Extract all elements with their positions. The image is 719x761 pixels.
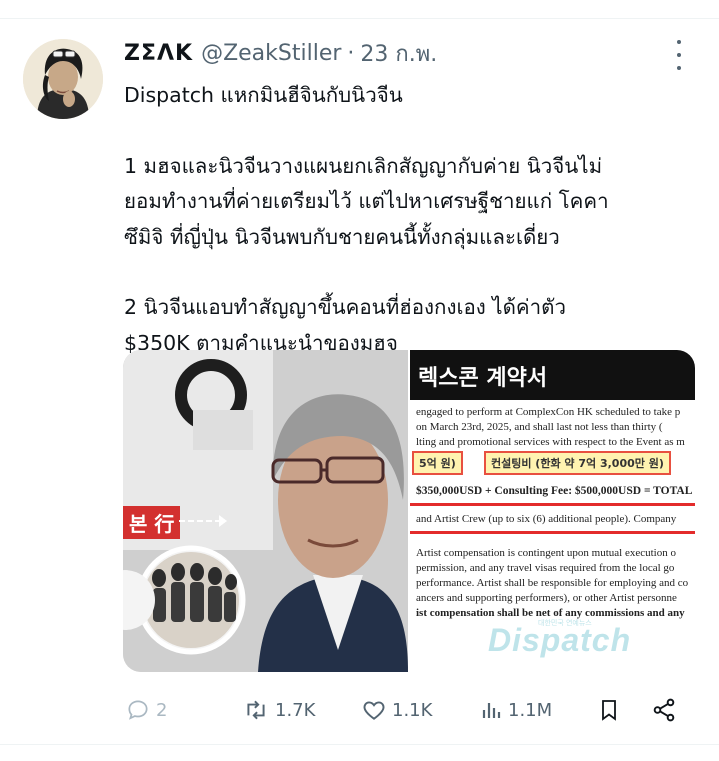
document-line: lting and promotional services with resp… [416, 436, 685, 448]
document-line: on March 23rd, 2025, and shall last not … [416, 421, 663, 433]
views-button[interactable]: 1.1M [479, 690, 552, 730]
views-count: 1.1M [508, 699, 553, 721]
red-underline [410, 531, 695, 534]
like-count: 1.1K [392, 699, 433, 721]
timestamp[interactable]: 23 ก.พ. [360, 36, 437, 71]
share-button[interactable] [651, 690, 677, 730]
display-name[interactable]: ZΣΛK [124, 41, 193, 66]
arrow-head [219, 515, 227, 527]
highlight-box-fee: 5억 원) [412, 451, 463, 475]
arrow-dash [179, 520, 221, 522]
tweet-text: Dispatch แหกมินฮีจินกับนิวจีน 1 มฮจและนิ… [124, 78, 694, 361]
share-icon [653, 698, 675, 722]
document-line: Artist compensation is contingent upon m… [416, 547, 676, 559]
like-button[interactable]: 1.1K [361, 690, 432, 730]
document-line-total: $350,000USD + Consulting Fee: $500,000US… [416, 485, 693, 497]
reply-button[interactable]: 2 [125, 690, 167, 730]
media-grid[interactable]: 본 行 렉스콘 계약서 engaged to perform at Comple… [123, 350, 695, 672]
document-line: ancers and supporting performers), or ot… [416, 592, 677, 604]
bookmark-icon [602, 700, 616, 721]
user-handle[interactable]: @ZeakStiller [201, 41, 341, 66]
highlight-box-consulting: 컨설팅비 (한화 약 7억 3,000만 원) [484, 451, 671, 475]
document-line: performance. Artist shall be responsible… [416, 577, 689, 589]
retweet-count: 1.7K [275, 699, 316, 721]
more-options-icon[interactable] [670, 40, 688, 70]
bottom-divider [0, 744, 719, 745]
photo-contract-document[interactable]: 렉스콘 계약서 engaged to perform at ComplexCon… [410, 350, 695, 672]
avatar-illustration [23, 39, 103, 119]
top-divider [0, 18, 719, 19]
document-line: engaged to perform at ComplexCon HK sche… [416, 406, 681, 418]
tweet-line: 1 มฮจและนิวจีนวางแผนยกเลิกสัญญากับค่าย น… [124, 153, 603, 178]
reply-count: 2 [156, 699, 168, 721]
tweet-line: 2 นิวจีนแอบทำสัญญาขึ้นคอนที่ฮ่องกงเอง ได… [124, 295, 566, 319]
retweet-button[interactable]: 1.7K [242, 690, 315, 730]
avatar[interactable] [23, 39, 103, 119]
bookmark-button[interactable] [597, 690, 621, 730]
document-line: and Artist Crew (up to six (6) additiona… [416, 513, 677, 525]
separator-dot: · [347, 40, 355, 66]
tweet-line: ซึมิจิ ที่ญี่ปุ่น นิวจีนพบกับชายคนนี้ทั้… [124, 224, 560, 249]
like-icon [363, 701, 385, 720]
document-line: permission, and any travel visas require… [416, 562, 675, 574]
retweet-icon [247, 700, 265, 720]
tweet-line: Dispatch แหกมินฮีจินกับนิวจีน [124, 83, 403, 107]
dispatch-watermark-small: 대한민국 연예뉴스 [538, 619, 592, 627]
action-bar: 2 1.7K 1.1K 1.1M [123, 690, 683, 730]
tweet-header: ZΣΛK @ZeakStiller · 23 ก.พ. [124, 38, 437, 68]
red-underline [410, 503, 695, 506]
document-title: 렉스콘 계약서 [410, 350, 695, 400]
photo-man[interactable]: 본 行 [123, 350, 408, 672]
views-icon [482, 703, 501, 718]
tweet-line: ยอมทำงานที่ค่ายเตรียมไว้ แต่ไปหาเศรษฐีชา… [124, 189, 609, 213]
reply-icon [128, 700, 148, 720]
photo-label-tag: 본 行 [123, 506, 181, 539]
